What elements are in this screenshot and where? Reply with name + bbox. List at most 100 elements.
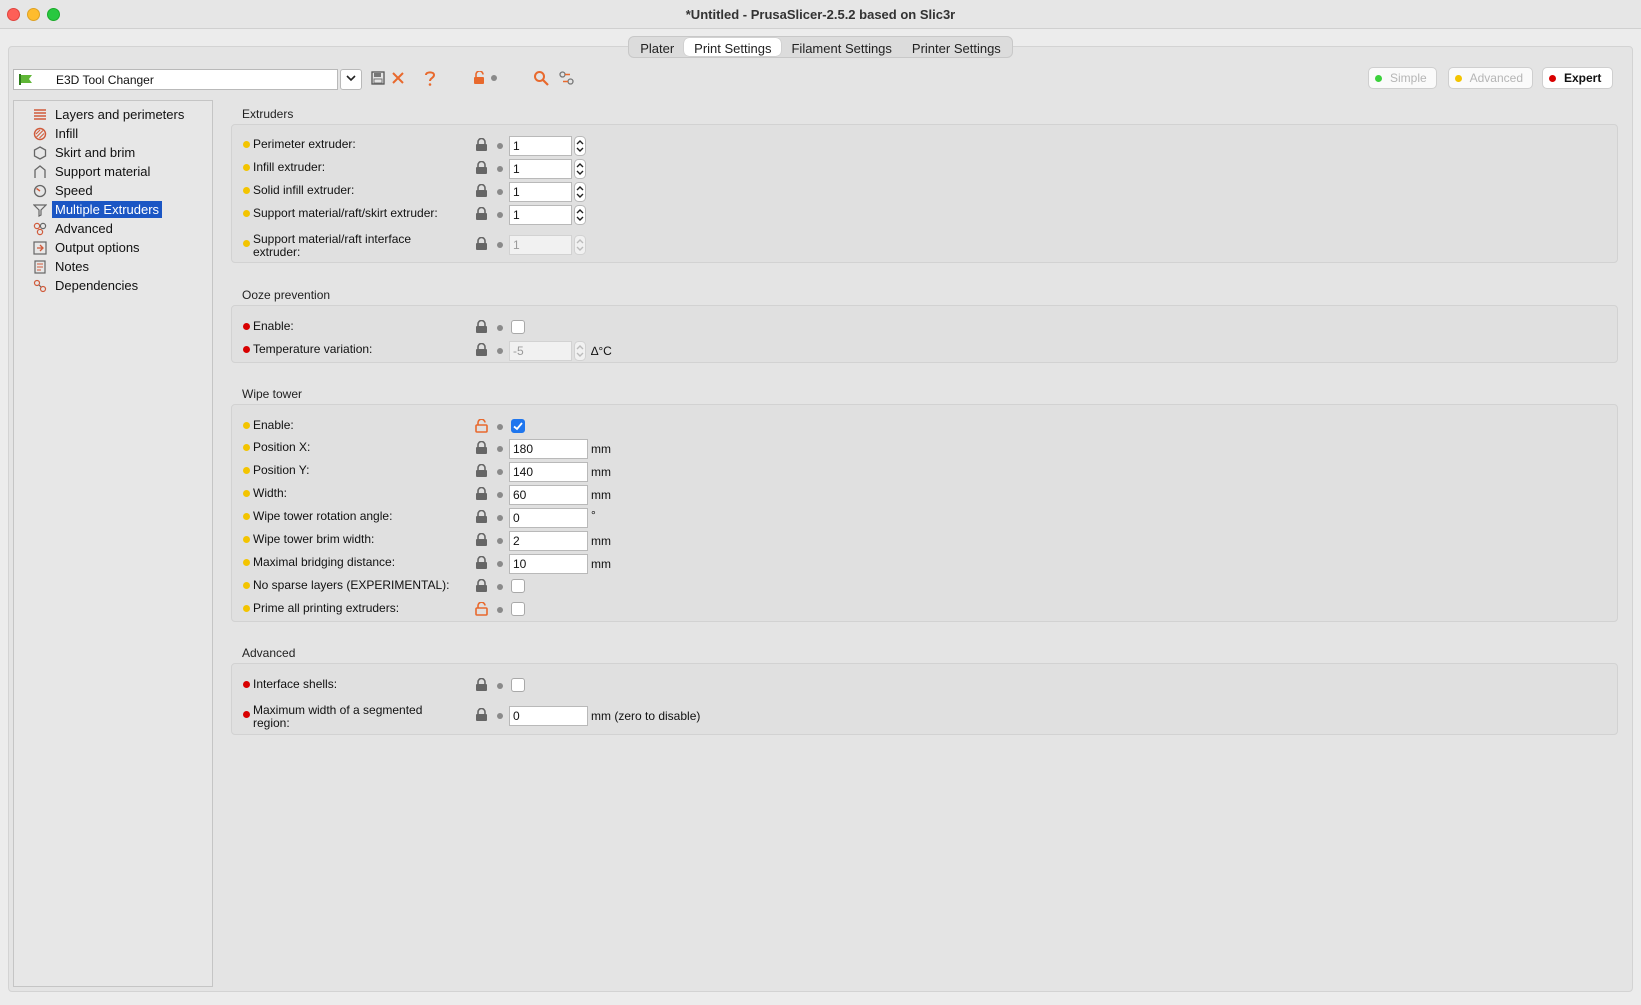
- solid-infill-extruder-input[interactable]: 1: [509, 182, 572, 202]
- rotation-angle-input[interactable]: 0: [509, 508, 588, 528]
- delete-preset-button[interactable]: [389, 69, 407, 87]
- lock-icon[interactable]: [475, 510, 488, 524]
- spin-arrows-icon[interactable]: [574, 136, 586, 156]
- lock-icon[interactable]: [475, 464, 488, 478]
- mode-advanced-button[interactable]: Advanced: [1448, 67, 1533, 89]
- ooze-enable-checkbox[interactable]: [511, 320, 525, 334]
- system-value-bullet[interactable]: [497, 143, 503, 149]
- sidebar-item-notes[interactable]: Notes: [33, 258, 92, 275]
- spin-arrows-icon[interactable]: [574, 205, 586, 225]
- sidebar-item-dependencies[interactable]: Dependencies: [33, 277, 141, 294]
- segmented-region-width-label: Maximum width of a segmented region:: [253, 703, 423, 730]
- system-value-bullet[interactable]: [497, 212, 503, 218]
- lock-icon[interactable]: [475, 343, 488, 357]
- tab-print-settings[interactable]: Print Settings: [684, 38, 782, 56]
- lock-icon[interactable]: [475, 441, 488, 455]
- mode-expert-button[interactable]: Expert: [1542, 67, 1613, 89]
- system-value-bullet[interactable]: [497, 469, 503, 475]
- tab-plater[interactable]: Plater: [630, 38, 684, 56]
- width-input[interactable]: 60: [509, 485, 588, 505]
- sidebar-item-infill[interactable]: Infill: [33, 125, 81, 142]
- lock-icon[interactable]: [475, 237, 488, 251]
- preset-name: E3D Tool Changer: [56, 73, 154, 87]
- lock-icon[interactable]: [475, 678, 488, 692]
- advanced-mode-marker: [243, 422, 250, 429]
- system-value-bullet[interactable]: [497, 713, 503, 719]
- lock-icon[interactable]: [475, 138, 488, 152]
- sidebar-item-label: Dependencies: [55, 278, 139, 293]
- solid-infill-extruder-row: Solid infill extruder: 1: [243, 182, 1543, 202]
- system-value-bullet[interactable]: [497, 538, 503, 544]
- system-value-bullet[interactable]: [497, 607, 503, 613]
- lock-icon[interactable]: [475, 708, 488, 722]
- tab-printer-settings[interactable]: Printer Settings: [902, 38, 1011, 56]
- lock-icon[interactable]: [475, 184, 488, 198]
- mode-simple-button[interactable]: Simple: [1368, 67, 1437, 89]
- spin-arrows-icon[interactable]: [574, 159, 586, 179]
- prime-all-extruders-checkbox[interactable]: [511, 602, 525, 616]
- spin-arrows-icon[interactable]: [574, 341, 586, 361]
- sidebar-item-advanced[interactable]: Advanced: [33, 220, 116, 237]
- position-x-input[interactable]: 180: [509, 439, 588, 459]
- unlocked-icon[interactable]: [475, 602, 488, 616]
- spin-arrows-icon[interactable]: [574, 235, 586, 255]
- system-value-bullet[interactable]: [497, 166, 503, 172]
- system-value-bullet[interactable]: [497, 515, 503, 521]
- sidebar-item-label: Notes: [55, 259, 89, 274]
- system-value-bullet[interactable]: [497, 683, 503, 689]
- temperature-variation-label: Temperature variation:: [253, 342, 373, 356]
- lock-icon[interactable]: [475, 320, 488, 334]
- preset-dropdown-button[interactable]: [340, 69, 362, 90]
- sidebar-item-label: Speed: [55, 183, 93, 198]
- lock-icon[interactable]: [475, 207, 488, 221]
- spin-arrows-icon[interactable]: [574, 182, 586, 202]
- no-sparse-layers-checkbox[interactable]: [511, 579, 525, 593]
- system-value-bullet[interactable]: [497, 242, 503, 248]
- sidebar-item-output-options[interactable]: Output options: [33, 239, 143, 256]
- infill-extruder-input[interactable]: 1: [509, 159, 572, 179]
- notes-icon: [33, 259, 47, 274]
- system-value-bullet[interactable]: [497, 446, 503, 452]
- search-button[interactable]: [532, 69, 550, 87]
- temperature-variation-input[interactable]: -5: [509, 341, 572, 361]
- system-value-bullet[interactable]: [497, 189, 503, 195]
- rotation-angle-unit: °: [591, 508, 596, 522]
- tab-filament-settings[interactable]: Filament Settings: [781, 38, 901, 56]
- lock-icon[interactable]: [475, 487, 488, 501]
- help-button[interactable]: [421, 69, 439, 87]
- bridging-distance-input[interactable]: 10: [509, 554, 588, 574]
- advanced-mode-marker: [243, 605, 250, 612]
- segmented-region-width-input[interactable]: 0: [509, 706, 588, 726]
- system-value-bullet[interactable]: [497, 325, 503, 331]
- lock-icon[interactable]: [475, 161, 488, 175]
- bullet-icon: [491, 75, 497, 81]
- compare-presets-button[interactable]: [557, 69, 575, 87]
- sidebar-item-multiple-extruders[interactable]: Multiple Extruders: [33, 201, 163, 218]
- lock-icon[interactable]: [475, 579, 488, 593]
- brim-width-input[interactable]: 2: [509, 531, 588, 551]
- perimeter-extruder-input[interactable]: 1: [509, 136, 572, 156]
- sidebar-item-layers-and-perimeters[interactable]: Layers and perimeters: [33, 106, 187, 123]
- system-value-bullet[interactable]: [497, 424, 503, 430]
- lock-icon[interactable]: [475, 556, 488, 570]
- support-extruder-input[interactable]: 1: [509, 205, 572, 225]
- position-y-input[interactable]: 140: [509, 462, 588, 482]
- preset-select[interactable]: E3D Tool Changer: [13, 69, 338, 90]
- sidebar-item-skirt-and-brim[interactable]: Skirt and brim: [33, 144, 138, 161]
- system-value-bullet[interactable]: [497, 561, 503, 567]
- lock-icon[interactable]: [475, 533, 488, 547]
- system-value-bullet[interactable]: [497, 348, 503, 354]
- advanced-mode-marker: [243, 559, 250, 566]
- support-interface-extruder-input[interactable]: 1: [509, 235, 572, 255]
- sidebar-item-support-material[interactable]: Support material: [33, 163, 153, 180]
- interface-shells-label: Interface shells:: [253, 677, 338, 691]
- prime-all-extruders-row: Prime all printing extruders:: [243, 600, 1543, 620]
- unlocked-icon[interactable]: [475, 419, 488, 433]
- expert-mode-marker: [243, 681, 250, 688]
- wipe-tower-enable-checkbox[interactable]: [511, 419, 525, 433]
- system-value-bullet[interactable]: [497, 584, 503, 590]
- save-preset-button[interactable]: [369, 69, 387, 87]
- interface-shells-checkbox[interactable]: [511, 678, 525, 692]
- sidebar-item-speed[interactable]: Speed: [33, 182, 96, 199]
- system-value-bullet[interactable]: [497, 492, 503, 498]
